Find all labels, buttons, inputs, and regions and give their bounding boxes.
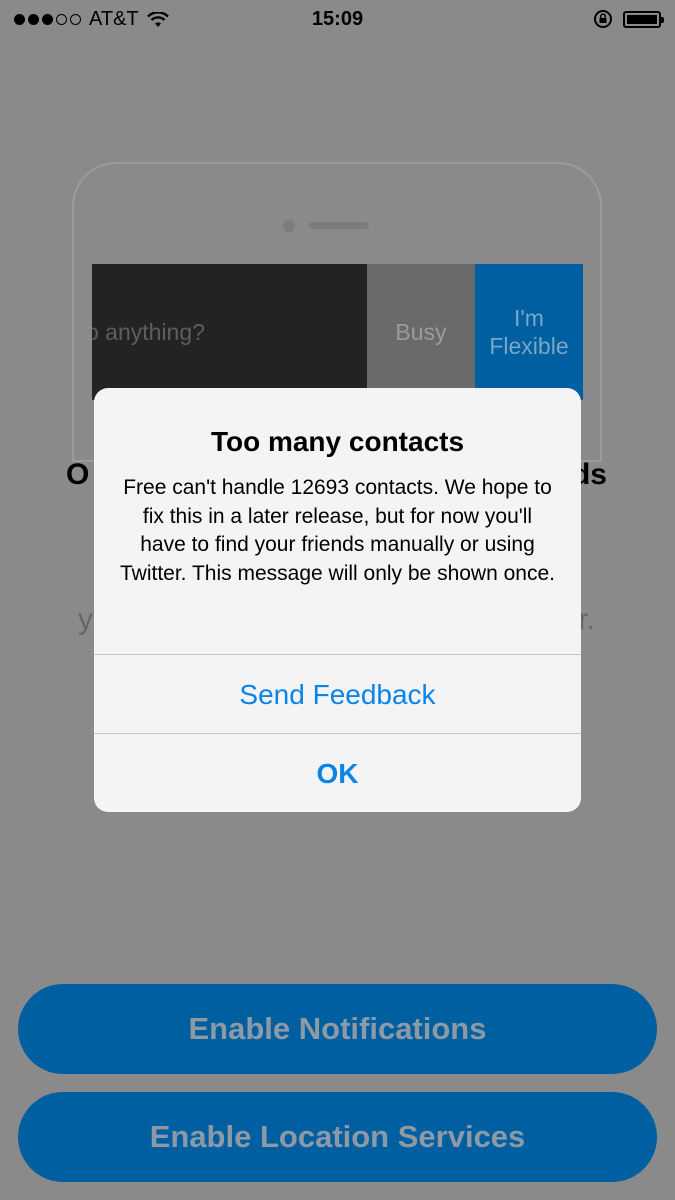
question-preview: o anything? [92,264,367,400]
alert-title: Too many contacts [210,426,465,457]
status-bar: AT&T 15:09 [0,0,675,40]
speaker-slot [309,222,369,229]
background-text-fragment: y [78,603,93,636]
status-preview: o anything? Busy I'm Flexible [92,264,583,400]
flexible-preview-button: I'm Flexible [475,264,583,400]
busy-preview-button: Busy [367,264,475,400]
enable-notifications-button[interactable]: Enable Notifications [18,984,657,1074]
alert-dialog: Too many contacts Free can't handle 1269… [94,388,581,812]
alert-message: Free can't handle 12693 contacts. We hop… [120,476,555,585]
battery-icon [623,10,664,28]
enable-location-button[interactable]: Enable Location Services [18,1092,657,1182]
rotation-lock-icon [594,10,612,28]
send-feedback-button[interactable]: Send Feedback [94,655,581,734]
background-heading-fragment: O [66,458,90,491]
camera-dot [283,220,295,232]
ok-button[interactable]: OK [94,734,581,812]
clock: 15:09 [311,8,364,30]
